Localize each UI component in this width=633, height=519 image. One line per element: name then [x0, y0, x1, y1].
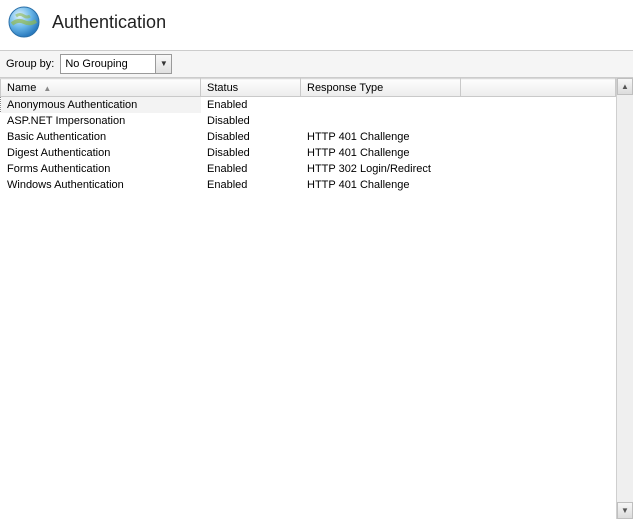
column-header-status[interactable]: Status: [201, 79, 301, 97]
scroll-down-icon[interactable]: ▼: [617, 502, 633, 519]
cell-status: Disabled: [201, 145, 301, 161]
globe-icon: [6, 4, 42, 40]
cell-spacer: [461, 145, 616, 161]
cell-name: ASP.NET Impersonation: [1, 113, 201, 129]
group-by-label: Group by:: [6, 58, 54, 70]
cell-response: HTTP 302 Login/Redirect: [301, 161, 461, 177]
cell-response: HTTP 401 Challenge: [301, 145, 461, 161]
cell-response: [301, 97, 461, 113]
cell-status: Enabled: [201, 161, 301, 177]
table-row[interactable]: ASP.NET ImpersonationDisabled: [1, 113, 616, 129]
group-by-value: No Grouping: [61, 58, 155, 70]
table-row[interactable]: Forms AuthenticationEnabledHTTP 302 Logi…: [1, 161, 616, 177]
table-row[interactable]: Basic AuthenticationDisabledHTTP 401 Cha…: [1, 129, 616, 145]
page-header: Authentication: [0, 0, 633, 50]
column-header-name[interactable]: Name ▲: [1, 79, 201, 97]
cell-spacer: [461, 177, 616, 193]
chevron-down-icon[interactable]: ▼: [155, 55, 171, 73]
page-title: Authentication: [52, 12, 166, 33]
cell-spacer: [461, 97, 616, 113]
group-by-select[interactable]: No Grouping ▼: [60, 54, 172, 74]
cell-spacer: [461, 161, 616, 177]
cell-name: Digest Authentication: [1, 145, 201, 161]
column-header-name-label: Name: [7, 82, 36, 94]
cell-name: Anonymous Authentication: [1, 97, 201, 113]
cell-name: Basic Authentication: [1, 129, 201, 145]
cell-status: Disabled: [201, 129, 301, 145]
sort-asc-icon: ▲: [43, 84, 51, 93]
cell-status: Disabled: [201, 113, 301, 129]
vertical-scrollbar[interactable]: ▲ ▼: [616, 78, 633, 519]
toolbar: Group by: No Grouping ▼: [0, 50, 633, 78]
cell-name: Windows Authentication: [1, 177, 201, 193]
cell-response: [301, 113, 461, 129]
cell-status: Enabled: [201, 97, 301, 113]
grid: Name ▲ Status Response Type Anonymous Au…: [0, 78, 616, 519]
table-row[interactable]: Anonymous AuthenticationEnabled: [1, 97, 616, 113]
cell-name: Forms Authentication: [1, 161, 201, 177]
grid-area: Name ▲ Status Response Type Anonymous Au…: [0, 78, 633, 519]
column-header-spacer: [461, 79, 616, 97]
scroll-up-icon[interactable]: ▲: [617, 78, 633, 95]
cell-response: HTTP 401 Challenge: [301, 129, 461, 145]
column-header-row: Name ▲ Status Response Type: [1, 79, 616, 97]
cell-response: HTTP 401 Challenge: [301, 177, 461, 193]
column-header-response-label: Response Type: [307, 82, 383, 94]
cell-spacer: [461, 113, 616, 129]
cell-spacer: [461, 129, 616, 145]
cell-status: Enabled: [201, 177, 301, 193]
table-row[interactable]: Digest AuthenticationDisabledHTTP 401 Ch…: [1, 145, 616, 161]
table-row[interactable]: Windows AuthenticationEnabledHTTP 401 Ch…: [1, 177, 616, 193]
column-header-status-label: Status: [207, 82, 238, 94]
scroll-track[interactable]: [617, 95, 633, 502]
column-header-response[interactable]: Response Type: [301, 79, 461, 97]
